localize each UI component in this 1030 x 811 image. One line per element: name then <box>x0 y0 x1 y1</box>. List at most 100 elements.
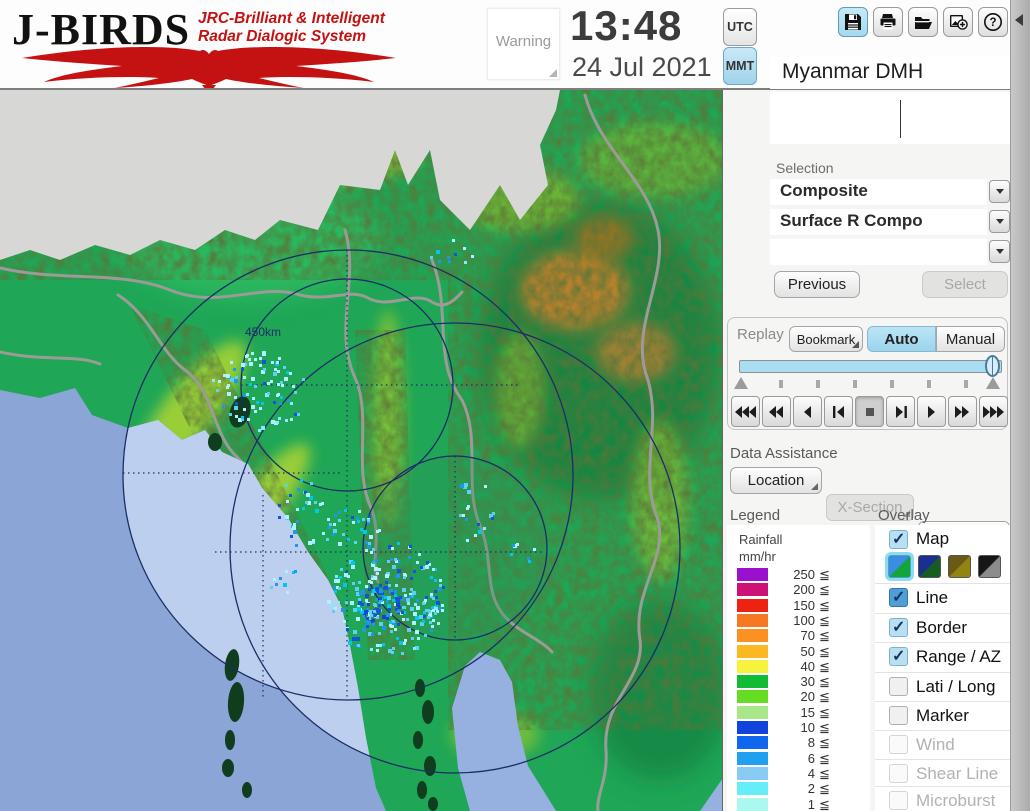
legend-le-symbol: ≦ <box>819 781 830 797</box>
menu-corner-icon <box>811 483 818 490</box>
rain-echo <box>297 413 300 416</box>
map-style-swatch-1[interactable] <box>888 555 911 578</box>
rain-echo <box>370 581 373 584</box>
auto-mode-button[interactable]: Auto <box>867 326 936 352</box>
rain-echo <box>256 401 259 404</box>
marker-checkbox[interactable] <box>889 706 908 725</box>
replay-slider-track[interactable] <box>739 360 1002 373</box>
fast-rewind-3-button[interactable] <box>731 396 760 427</box>
rain-echo <box>410 577 413 580</box>
rain-echo <box>279 402 282 405</box>
rain-echo <box>425 565 429 569</box>
rain-echo <box>382 626 386 630</box>
wind-checkbox[interactable] <box>889 735 908 754</box>
help-button[interactable]: ? <box>978 7 1008 37</box>
line-checkbox[interactable] <box>889 587 908 607</box>
rain-echo <box>397 569 401 573</box>
overlay-row-microburst[interactable]: Microburst <box>875 786 1010 811</box>
bookmark-button[interactable]: Bookmark <box>789 326 863 352</box>
fast-forward-2-button[interactable] <box>948 396 977 427</box>
overlay-row-shear-line[interactable]: Shear Line <box>875 759 1010 787</box>
rain-echo <box>305 501 308 504</box>
fast-rewind-2-button[interactable] <box>762 396 791 427</box>
fast-forward-3-button[interactable] <box>979 396 1008 427</box>
dropdown-arrow-button-1[interactable] <box>989 180 1010 203</box>
range-az-checkbox[interactable] <box>889 646 908 666</box>
rain-echo <box>361 590 365 594</box>
utc-toggle-button[interactable]: UTC <box>723 8 757 46</box>
data-assistance-label: Data Assistance <box>730 445 838 462</box>
rain-echo <box>338 587 341 590</box>
panel-collapse-bar[interactable] <box>1010 0 1030 811</box>
rain-echo <box>447 256 450 259</box>
j-birds-app: J-BIRDS JRC-Brilliant & Intelligent Rada… <box>0 0 1030 811</box>
rain-echo <box>382 643 385 646</box>
rain-echo <box>235 376 238 379</box>
location-button[interactable]: Location <box>730 467 822 494</box>
step-forward-button[interactable] <box>886 396 915 427</box>
overlay-row-wind[interactable]: Wind <box>875 730 1010 758</box>
map-checkbox[interactable] <box>889 529 908 549</box>
select-button[interactable]: Select <box>922 271 1008 298</box>
print-button[interactable] <box>873 7 903 37</box>
rain-echo <box>289 494 292 497</box>
play-button[interactable] <box>917 396 946 427</box>
snapshot-add-button[interactable] <box>943 7 973 37</box>
border-checkbox[interactable] <box>889 617 908 637</box>
warning-panel[interactable]: Warning <box>487 8 560 80</box>
mmt-toggle-button[interactable]: MMT <box>723 47 757 85</box>
rain-echo <box>294 570 297 573</box>
play-reverse-button[interactable] <box>793 396 822 427</box>
manual-mode-button[interactable]: Manual <box>936 326 1005 352</box>
rain-echo <box>434 579 437 582</box>
overlay-row-border[interactable]: Border <box>875 613 1010 641</box>
rain-echo <box>369 535 373 539</box>
overlay-row-marker[interactable]: Marker <box>875 701 1010 729</box>
slider-end-marker[interactable] <box>986 377 1000 389</box>
microburst-checkbox[interactable] <box>889 791 908 810</box>
legend-color-swatch <box>737 690 768 704</box>
replay-slider-handle[interactable] <box>985 355 1000 377</box>
rain-echo <box>310 482 313 485</box>
open-folder-button[interactable] <box>908 7 938 37</box>
slider-tick <box>853 380 857 388</box>
rain-echo <box>350 601 354 605</box>
overlay-row-lati-long[interactable]: Lati / Long <box>875 672 1010 700</box>
slider-start-marker[interactable] <box>734 377 748 389</box>
slider-tick <box>890 380 894 388</box>
map-style-swatch-2[interactable] <box>918 555 941 578</box>
rain-echo <box>295 544 298 547</box>
radar-map[interactable]: 450km <box>0 90 723 811</box>
dropdown-arrow-button-3[interactable] <box>989 240 1010 263</box>
overlay-row-map[interactable]: Map <box>875 525 1010 553</box>
rain-echo <box>386 600 389 603</box>
play-icon <box>927 405 935 418</box>
rain-echo <box>417 637 420 640</box>
save-button[interactable] <box>838 7 868 37</box>
rain-echo <box>371 593 374 596</box>
selection-field-3[interactable] <box>770 239 987 265</box>
step-back-button[interactable] <box>824 396 853 427</box>
rain-echo <box>326 538 329 541</box>
dropdown-arrow-button-2[interactable] <box>989 210 1010 233</box>
rain-echo <box>263 368 266 371</box>
selection-field-1[interactable]: Composite <box>770 179 987 205</box>
lati-long-checkbox[interactable] <box>889 677 908 696</box>
map-style-swatch-3[interactable] <box>948 555 971 578</box>
shear-line-checkbox[interactable] <box>889 764 908 783</box>
overlay-item-label: Lati / Long <box>916 676 996 696</box>
rain-echo <box>365 541 368 544</box>
overlay-row-line[interactable]: Line <box>875 583 1010 611</box>
overlay-item-label: Microburst <box>916 790 996 810</box>
stop-button[interactable] <box>855 396 884 427</box>
rain-echo <box>292 385 295 388</box>
rain-echo <box>292 526 296 530</box>
previous-button[interactable]: Previous <box>774 271 860 298</box>
map-style-swatch-4[interactable] <box>978 555 1001 578</box>
site-info-box[interactable] <box>770 92 1010 144</box>
overlay-row-range-az[interactable]: Range / AZ <box>875 642 1010 670</box>
legend-color-swatch <box>737 705 768 719</box>
rain-echo <box>414 603 417 606</box>
rain-echo <box>397 575 400 578</box>
selection-field-2[interactable]: Surface R Compo <box>770 209 987 235</box>
